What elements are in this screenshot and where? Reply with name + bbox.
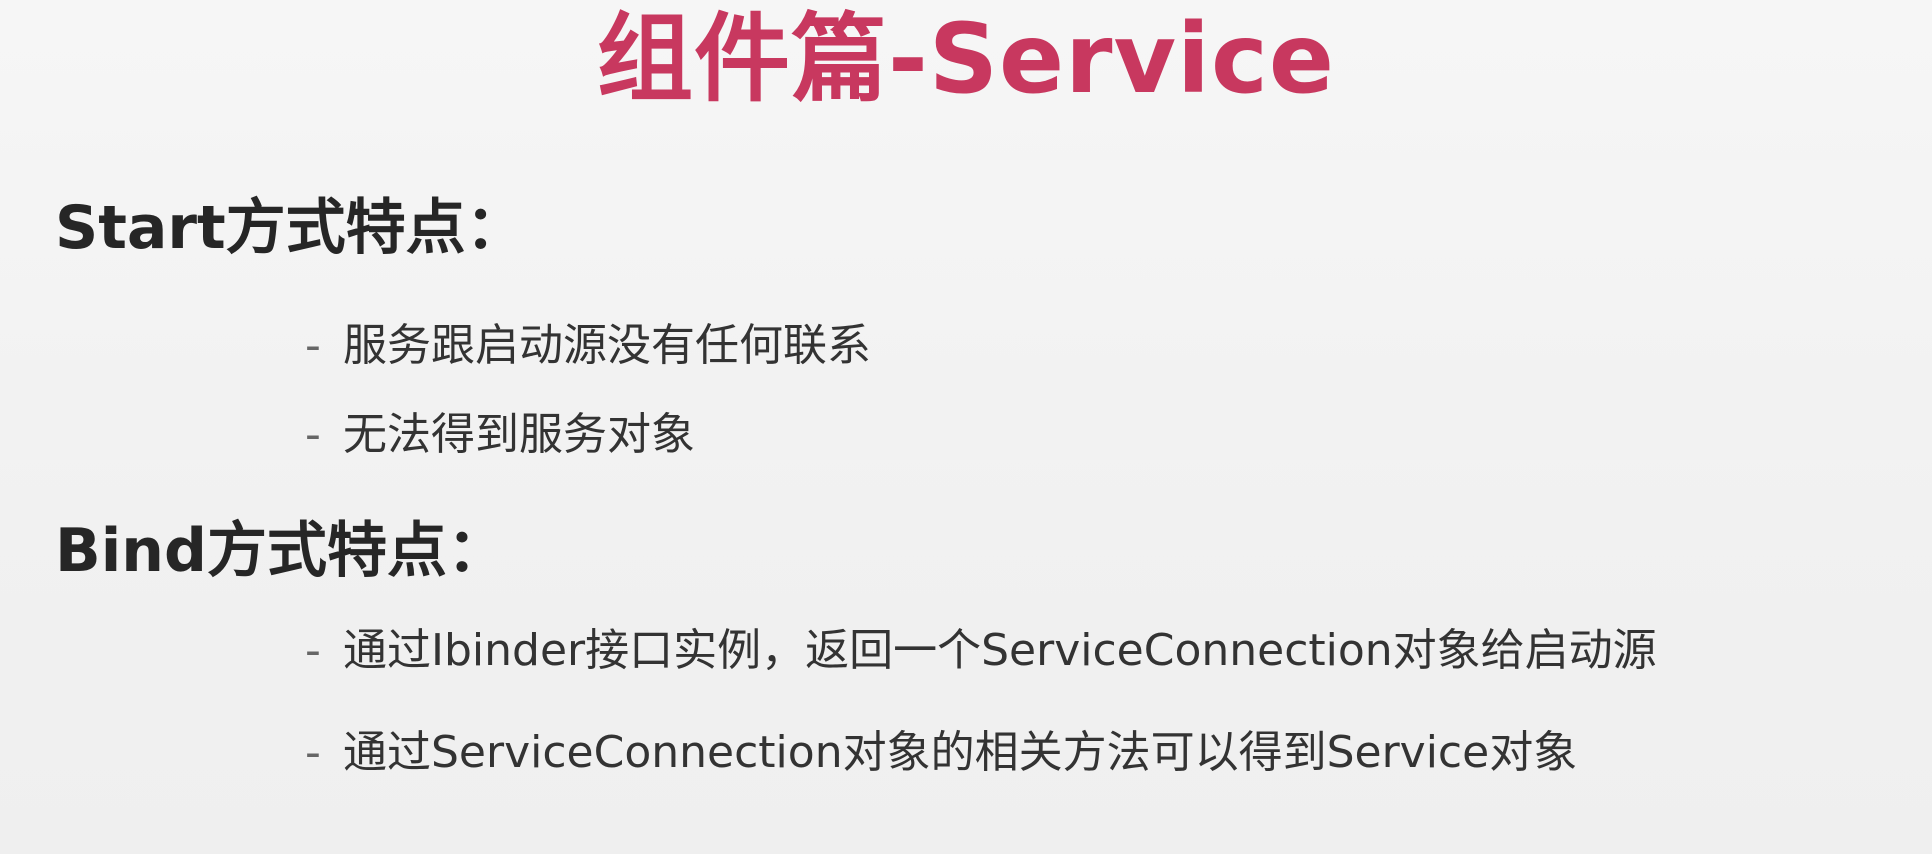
bullet-marker: -: [305, 727, 321, 778]
section-heading-bind: Bind方式特点：: [55, 516, 507, 586]
bullet-text: 通过ServiceConnection对象的相关方法可以得到Service对象: [343, 727, 1578, 778]
bullet-marker: -: [305, 625, 321, 676]
bullet-item: - 服务跟启动源没有任何联系: [305, 318, 871, 374]
bullet-marker: -: [305, 320, 321, 371]
bullet-item: - 无法得到服务对象: [305, 407, 695, 463]
bullet-text: 无法得到服务对象: [343, 409, 695, 460]
bullet-marker: -: [305, 409, 321, 460]
bullet-item: - 通过Ibinder接口实例，返回一个ServiceConnection对象给启…: [305, 623, 1657, 679]
slide-title: 组件篇-Service: [597, 3, 1335, 115]
bullet-text: 通过Ibinder接口实例，返回一个ServiceConnection对象给启动…: [343, 625, 1657, 676]
bullet-item: - 通过ServiceConnection对象的相关方法可以得到Service对象: [305, 725, 1577, 781]
bullet-text: 服务跟启动源没有任何联系: [343, 320, 871, 371]
section-heading-start: Start方式特点：: [55, 193, 526, 263]
slide: 组件篇-Service Start方式特点： - 服务跟启动源没有任何联系 - 无法…: [0, 0, 1932, 854]
